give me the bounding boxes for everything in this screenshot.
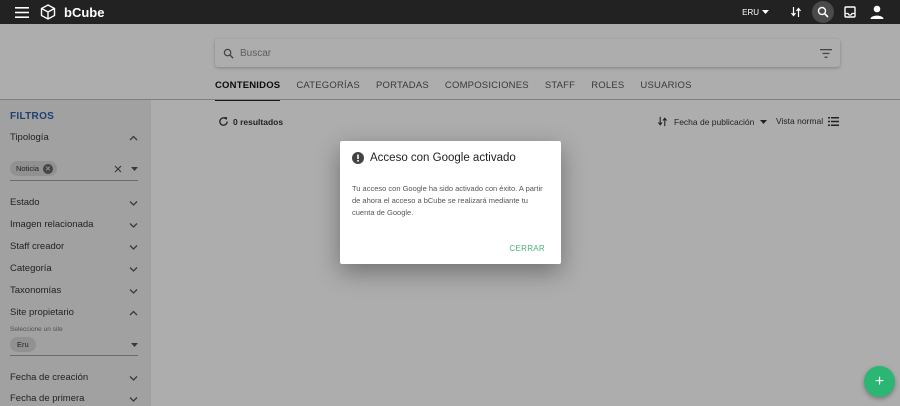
caret-down-icon xyxy=(762,10,769,14)
close-button[interactable]: CERRAR xyxy=(509,244,545,253)
language-selector[interactable]: ERU xyxy=(742,8,769,17)
dialog-title: Acceso con Google activado xyxy=(370,152,516,164)
add-content-button[interactable]: + xyxy=(864,366,895,397)
search-icon[interactable] xyxy=(812,1,834,23)
menu-icon[interactable] xyxy=(12,0,32,24)
language-label: ERU xyxy=(742,7,759,17)
dialog-message: Tu acceso con Google ha sido activado co… xyxy=(352,184,543,217)
top-app-bar: bCube ERU xyxy=(0,0,900,24)
alert-icon xyxy=(352,152,364,164)
google-access-dialog: Acceso con Google activado Tu acceso con… xyxy=(340,141,561,264)
app-title: bCube xyxy=(64,4,105,20)
account-icon[interactable] xyxy=(866,1,888,23)
inbox-icon[interactable] xyxy=(839,1,861,23)
cube-logo-icon xyxy=(40,3,58,21)
sort-arrows-icon[interactable] xyxy=(785,1,807,23)
